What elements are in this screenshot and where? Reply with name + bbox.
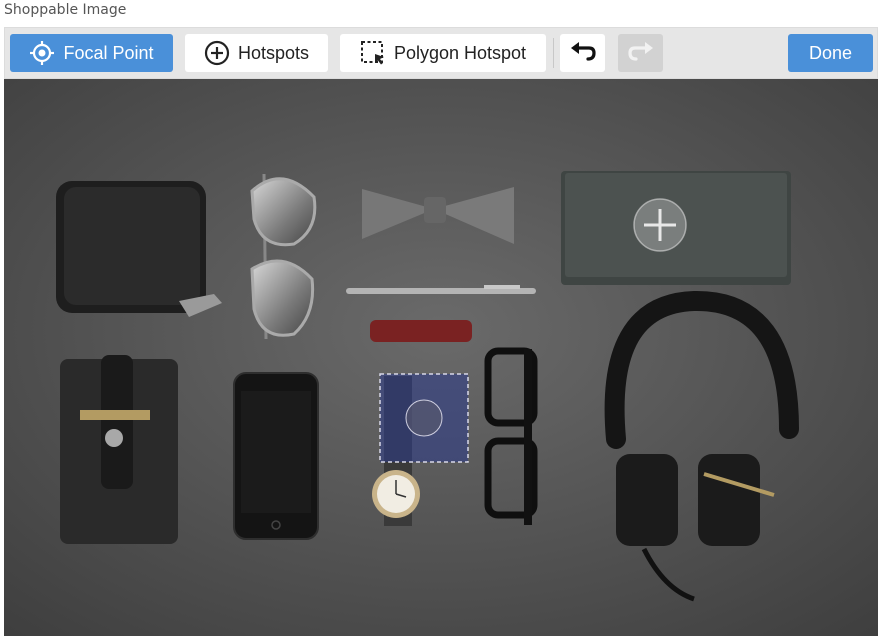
- smartphone: [233, 372, 319, 540]
- undo-button[interactable]: [560, 34, 605, 72]
- focal-point-button[interactable]: Focal Point: [10, 34, 173, 72]
- polygon-hotspot-button[interactable]: Polygon Hotspot: [340, 34, 546, 72]
- polygon-hotspot-label: Polygon Hotspot: [393, 42, 527, 63]
- redo-button[interactable]: [618, 34, 663, 72]
- redo-icon: [627, 42, 655, 64]
- done-button[interactable]: Done: [788, 34, 873, 72]
- hotspot-marker[interactable]: [633, 198, 687, 252]
- hotspots-button[interactable]: Hotspots: [185, 34, 328, 72]
- polygon-select-icon: [360, 40, 386, 66]
- image-canvas[interactable]: [4, 79, 878, 636]
- focal-point-icon: [29, 40, 55, 66]
- undo-icon: [569, 42, 597, 64]
- wallet: [56, 181, 222, 317]
- polygon-hotspot-region[interactable]: [379, 373, 469, 463]
- hotspots-label: Hotspots: [237, 42, 310, 63]
- toolbar-divider: [553, 38, 554, 68]
- focal-point-label: Focal Point: [63, 42, 154, 63]
- window-title: Shoppable Image: [4, 2, 127, 18]
- product-photo: [4, 79, 878, 636]
- lip-balm: [370, 320, 472, 342]
- toolbar: Focal Point Hotspots Polygon Hotspot Don…: [4, 27, 878, 79]
- phone-case: [60, 355, 178, 544]
- done-label: Done: [808, 42, 853, 63]
- plus-circle-icon: [204, 40, 230, 66]
